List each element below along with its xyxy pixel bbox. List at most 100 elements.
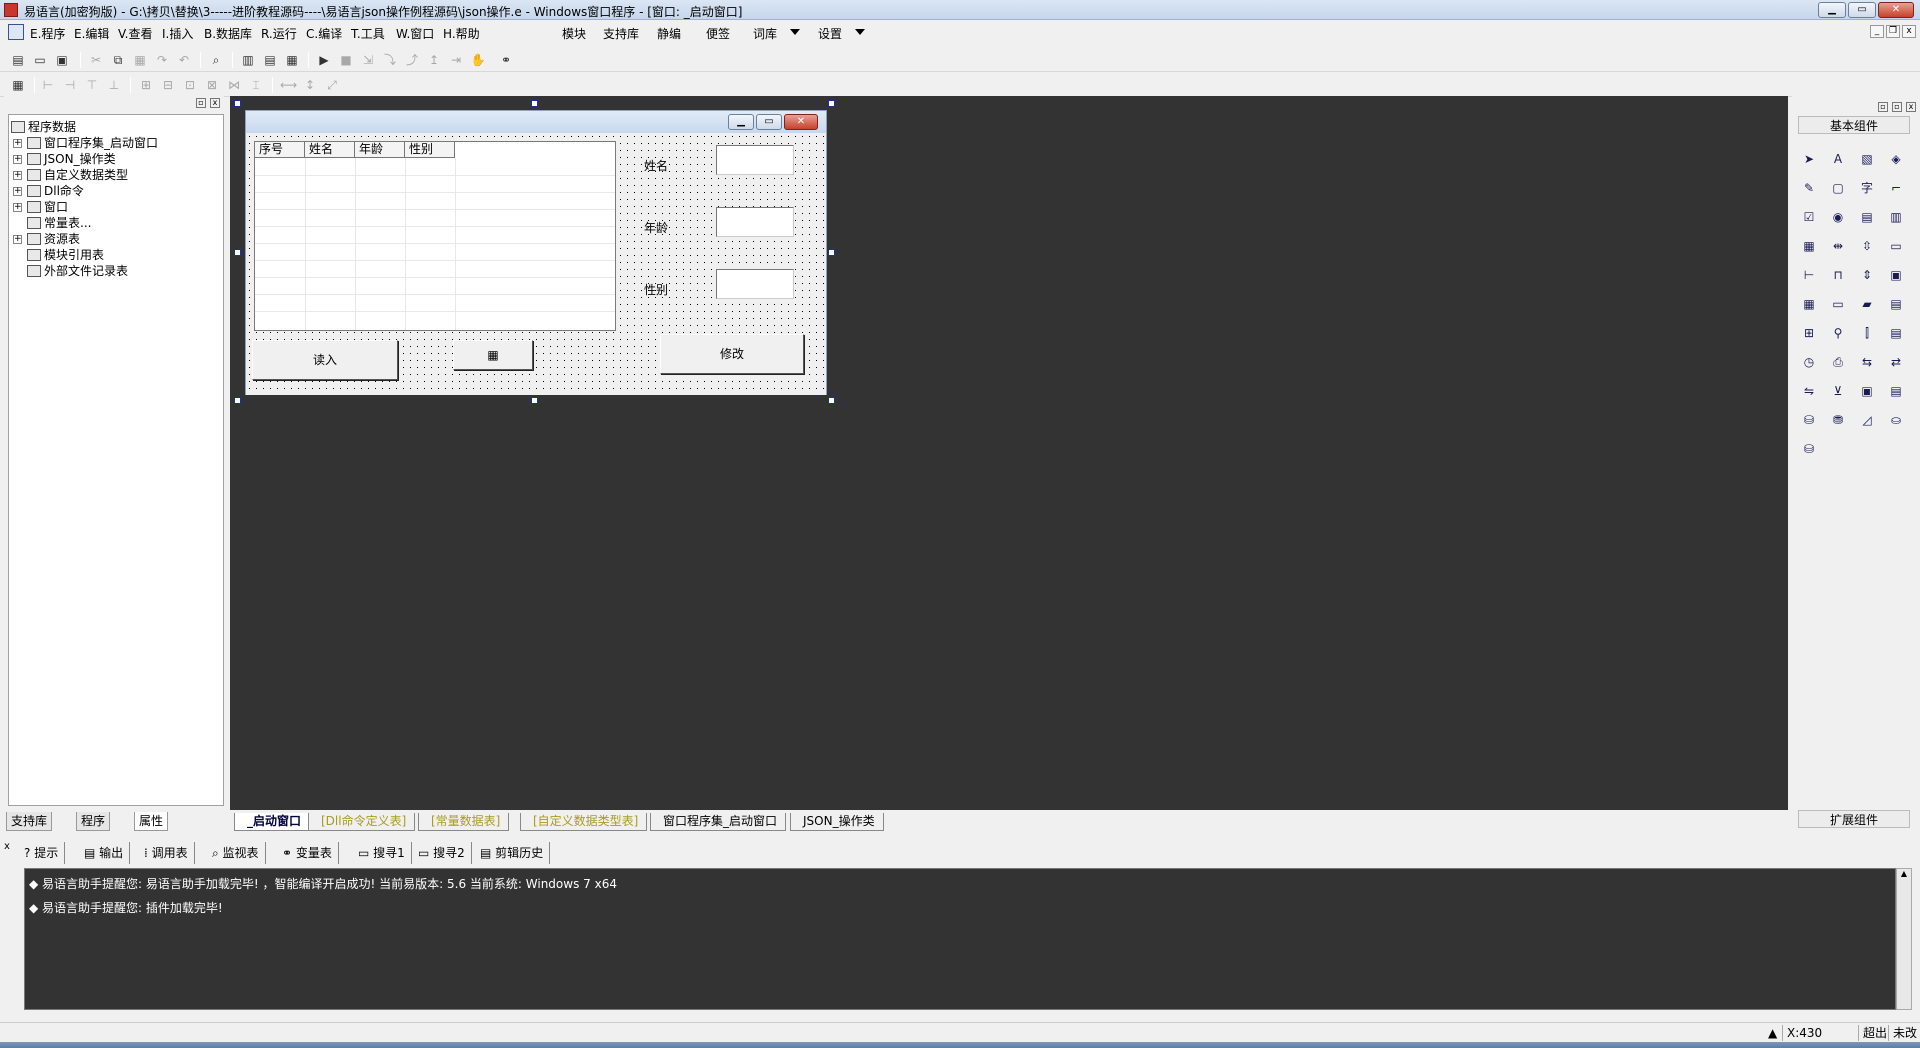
- menu-component-icon[interactable]: ▤: [1885, 380, 1907, 402]
- mdi-close-button[interactable]: x: [1902, 25, 1916, 38]
- menu-module[interactable]: 模块: [562, 25, 586, 42]
- progress-icon[interactable]: ▭: [1885, 235, 1907, 257]
- menu-notes[interactable]: 便签: [706, 25, 730, 42]
- output-tab[interactable]: ▤ 剪辑历史: [480, 842, 551, 864]
- extension-components-header[interactable]: 扩展组件: [1798, 810, 1910, 828]
- paste-icon[interactable]: ▦: [132, 52, 148, 68]
- age-field[interactable]: [716, 207, 794, 237]
- output-tab[interactable]: ▭ 搜寻1: [358, 842, 412, 864]
- pointer-icon[interactable]: ➤: [1798, 148, 1820, 170]
- client-icon[interactable]: ⇆: [1856, 351, 1878, 373]
- mdi-minimize-button[interactable]: _: [1870, 25, 1884, 38]
- output-scrollbar[interactable]: ▲: [1896, 868, 1912, 1010]
- expand-icon[interactable]: +: [13, 235, 22, 244]
- menu-settings[interactable]: 设置: [818, 25, 842, 42]
- lexicon-dropdown-icon[interactable]: [790, 29, 800, 35]
- column-header-index[interactable]: 序号: [255, 142, 305, 158]
- menu-support-lib[interactable]: 支持库: [603, 25, 639, 42]
- output-tab[interactable]: ▭ 搜寻2: [418, 842, 472, 864]
- menu-run[interactable]: R.运行: [261, 25, 297, 42]
- panel-pin-icon[interactable]: ▫: [1878, 102, 1888, 112]
- expand-icon[interactable]: +: [13, 155, 22, 164]
- shape-icon[interactable]: ◈: [1885, 148, 1907, 170]
- tree-item[interactable]: 外部文件记录表: [27, 263, 128, 279]
- menu-tools[interactable]: T.工具: [351, 25, 385, 42]
- panel-close-icon[interactable]: x: [210, 98, 220, 108]
- serial-port-icon[interactable]: ⇋: [1798, 380, 1820, 402]
- scrollbar-v-icon[interactable]: ⇳: [1856, 235, 1878, 257]
- resize-handle[interactable]: [828, 100, 835, 107]
- tree-item[interactable]: Dll命令: [27, 183, 84, 199]
- toolbar-component-icon[interactable]: ▤: [1885, 322, 1907, 344]
- menu-program[interactable]: E.程序: [30, 25, 65, 42]
- folder-icon[interactable]: ▰: [1856, 293, 1878, 315]
- tree-view-icon[interactable]: ⊞: [1798, 322, 1820, 344]
- column-header-gender[interactable]: 性别: [405, 142, 455, 158]
- label-component-icon[interactable]: A: [1827, 148, 1849, 170]
- resize-handle[interactable]: [234, 397, 241, 404]
- grid-icon[interactable]: ▦: [10, 77, 26, 93]
- scrollbar-h-icon[interactable]: ⇹: [1827, 235, 1849, 257]
- close-button[interactable]: ✕: [1878, 2, 1914, 18]
- designer-tab[interactable]: [常量数据表]: [418, 813, 510, 831]
- same-width-icon[interactable]: ⋈: [226, 77, 242, 93]
- tree-item[interactable]: 模块引用表: [27, 247, 104, 263]
- resize-handle[interactable]: [828, 397, 835, 404]
- redo-icon[interactable]: ↷: [154, 52, 170, 68]
- tab-properties[interactable]: 属性: [134, 812, 169, 831]
- mdi-restore-button[interactable]: ❐: [1886, 25, 1900, 38]
- chart-icon[interactable]: ◿: [1856, 409, 1878, 431]
- menu-lexicon[interactable]: 词库: [753, 25, 777, 42]
- resize-handle[interactable]: [531, 397, 538, 404]
- designer-tab[interactable]: 窗口程序集_启动窗口: [650, 813, 787, 831]
- run-to-cursor-icon[interactable]: ⇥: [448, 52, 464, 68]
- make-same-height-icon[interactable]: ↕: [302, 77, 318, 93]
- expand-icon[interactable]: +: [13, 187, 22, 196]
- radio-icon[interactable]: ◉: [1827, 206, 1849, 228]
- data-source-icon[interactable]: ⛁: [1798, 409, 1820, 431]
- new-file-icon[interactable]: ▤: [10, 52, 26, 68]
- scroll-up-icon[interactable]: ▲: [1897, 869, 1911, 878]
- resize-handle[interactable]: [828, 249, 835, 256]
- edit-box-icon[interactable]: ✎: [1798, 177, 1820, 199]
- document-component-icon[interactable]: ▤: [1885, 293, 1907, 315]
- tree-item[interactable]: 窗口: [27, 199, 68, 215]
- line-icon[interactable]: ⌐: [1885, 177, 1907, 199]
- align-top-icon[interactable]: ⊤: [84, 77, 100, 93]
- output-text-area[interactable]: ◆ 易语言助手提醒您: 易语言助手加载完毕! ，智能编译开启成功! 当前易版本:…: [24, 868, 1896, 1010]
- calendar-component-icon[interactable]: ▦: [1798, 293, 1820, 315]
- resize-handle[interactable]: [234, 100, 241, 107]
- text-label-icon[interactable]: 字: [1856, 177, 1878, 199]
- menu-view[interactable]: V.查看: [118, 25, 152, 42]
- center-vertical-icon[interactable]: ⊟: [160, 77, 176, 93]
- expand-icon[interactable]: +: [13, 139, 22, 148]
- tab-program[interactable]: 程序: [76, 812, 111, 831]
- design-form-window[interactable]: ▁ ▭ ✕ 序号 姓名 年龄 性别 姓名 年龄 性别 读入 ▦ 修改: [245, 110, 827, 395]
- menu-static-compile[interactable]: 静编: [657, 25, 681, 42]
- slider-icon[interactable]: ⊢: [1798, 264, 1820, 286]
- table-icon[interactable]: ▦: [1798, 235, 1820, 257]
- data-list-box[interactable]: 序号 姓名 年龄 性别: [254, 141, 616, 331]
- space-across-icon[interactable]: ⊡: [182, 77, 198, 93]
- tab-control-icon[interactable]: ⊓: [1827, 264, 1849, 286]
- basic-components-header[interactable]: 基本组件: [1798, 116, 1910, 134]
- menu-window[interactable]: W.窗口: [396, 25, 434, 42]
- align-right-icon[interactable]: ⊣: [62, 77, 78, 93]
- column-header-age[interactable]: 年龄: [355, 142, 405, 158]
- odbc-provider-icon[interactable]: ⛁: [1798, 438, 1820, 460]
- checkbox-icon[interactable]: ☑: [1798, 206, 1820, 228]
- menu-insert[interactable]: I.插入: [162, 25, 193, 42]
- panel-close-icon[interactable]: x: [4, 842, 14, 852]
- layout-2-icon[interactable]: ▤: [262, 52, 278, 68]
- find-icon[interactable]: ⌕: [208, 52, 224, 68]
- same-height-icon[interactable]: ⌶: [248, 77, 264, 93]
- layout-3-icon[interactable]: ▦: [284, 52, 300, 68]
- binoculars-icon[interactable]: ⚭: [498, 52, 514, 68]
- tree-item[interactable]: 自定义数据类型: [27, 167, 128, 183]
- tree-item[interactable]: 常量表...: [27, 215, 91, 231]
- frame-icon[interactable]: ▣: [1856, 380, 1878, 402]
- center-horizontal-icon[interactable]: ⊞: [138, 77, 154, 93]
- split-icon[interactable]: ⫿: [1856, 322, 1878, 344]
- picture-box-icon[interactable]: ▧: [1856, 148, 1878, 170]
- stop-icon[interactable]: ■: [338, 52, 354, 68]
